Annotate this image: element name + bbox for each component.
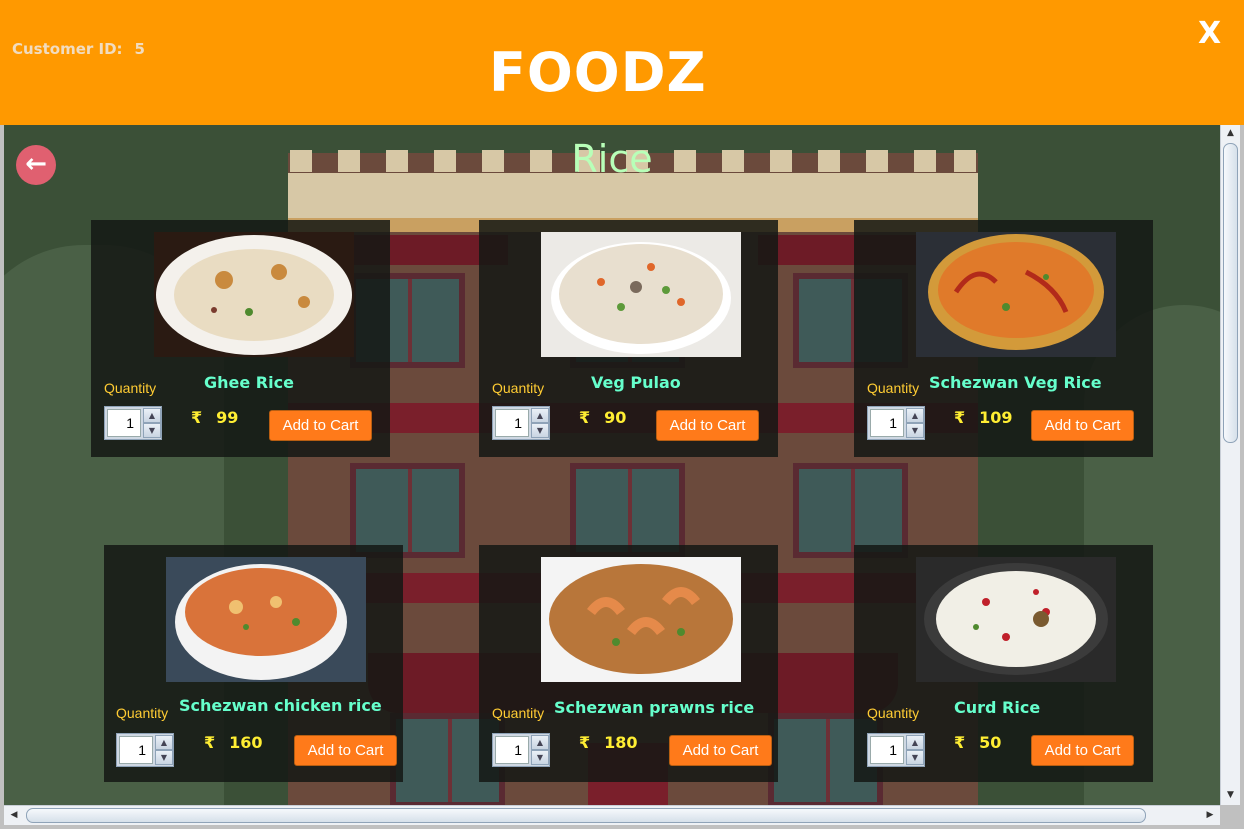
increment-icon[interactable]: ▲: [906, 735, 924, 750]
scroll-up-icon[interactable]: ▲: [1221, 125, 1240, 141]
dish-price: ₹99: [191, 408, 238, 427]
quantity-label: Quantity: [492, 705, 545, 721]
quantity-input[interactable]: 1: [495, 409, 529, 437]
increment-icon[interactable]: ▲: [143, 408, 161, 423]
increment-icon[interactable]: ▲: [531, 735, 549, 750]
dish-price: ₹180: [579, 733, 638, 752]
app-title: FOODZ: [489, 41, 707, 104]
decrement-icon[interactable]: ▼: [531, 750, 549, 765]
rupee-icon: ₹: [579, 733, 591, 752]
price-value: 109: [979, 408, 1013, 427]
quantity-input[interactable]: 1: [870, 409, 904, 437]
dish-name: Schezwan Veg Rice: [929, 373, 1102, 392]
price-value: 50: [979, 733, 1002, 752]
quantity-input[interactable]: 1: [119, 736, 153, 764]
customer-id-label: Customer ID:: [12, 40, 123, 58]
horizontal-scrollbar[interactable]: ◀ ▶: [4, 805, 1220, 825]
menu-card-ghee-rice: Quantity Ghee Rice 1 ▲ ▼ ₹99 Add to Cart: [91, 220, 390, 457]
app-header: Customer ID: 5 FOODZ X: [0, 0, 1244, 125]
increment-icon[interactable]: ▲: [531, 408, 549, 423]
schezwan-chicken-rice-image: [166, 557, 366, 682]
page-title: Rice: [571, 137, 653, 181]
increment-icon[interactable]: ▲: [155, 735, 173, 750]
dish-name: Ghee Rice: [204, 373, 294, 392]
price-value: 99: [216, 408, 239, 427]
dish-name: Schezwan prawns rice: [554, 698, 755, 717]
quantity-spinner[interactable]: 1 ▲ ▼: [492, 406, 550, 440]
schezwan-veg-rice-image: [916, 232, 1116, 357]
horizontal-scroll-thumb[interactable]: [26, 808, 1146, 823]
close-button[interactable]: X: [1198, 16, 1221, 51]
dish-name: Curd Rice: [954, 698, 1041, 717]
decrement-icon[interactable]: ▼: [906, 750, 924, 765]
rupee-icon: ₹: [204, 733, 216, 752]
quantity-label: Quantity: [867, 705, 920, 721]
menu-viewport: Rice ← Quantity Ghee Rice 1 ▲ ▼ ₹99 Add …: [4, 125, 1220, 805]
add-to-cart-button[interactable]: Add to Cart: [294, 735, 397, 766]
back-button[interactable]: ←: [16, 145, 56, 185]
quantity-input[interactable]: 1: [107, 409, 141, 437]
dish-name: Schezwan chicken rice: [179, 696, 382, 715]
scroll-left-icon[interactable]: ◀: [6, 806, 22, 825]
menu-card-schezwan-veg-rice: Quantity Schezwan Veg Rice 1 ▲ ▼ ₹109 Ad…: [854, 220, 1153, 457]
quantity-spinner[interactable]: 1 ▲ ▼: [104, 406, 162, 440]
arrow-left-icon: ←: [25, 149, 47, 179]
menu-card-curd-rice: Quantity Curd Rice 1 ▲ ▼ ₹50 Add to Cart: [854, 545, 1153, 782]
scroll-down-icon[interactable]: ▼: [1221, 787, 1240, 803]
dish-name: Veg Pulao: [591, 373, 681, 392]
quantity-spinner[interactable]: 1 ▲ ▼: [867, 733, 925, 767]
ghee-rice-image: [154, 232, 354, 357]
quantity-input[interactable]: 1: [870, 736, 904, 764]
vertical-scrollbar[interactable]: ▲ ▼: [1220, 125, 1240, 805]
add-to-cart-button[interactable]: Add to Cart: [1031, 735, 1134, 766]
quantity-spinner[interactable]: 1 ▲ ▼: [116, 733, 174, 767]
rupee-icon: ₹: [954, 733, 966, 752]
increment-icon[interactable]: ▲: [906, 408, 924, 423]
decrement-icon[interactable]: ▼: [906, 423, 924, 438]
dish-price: ₹160: [204, 733, 263, 752]
quantity-label: Quantity: [104, 380, 157, 396]
veg-pulao-image: [541, 232, 741, 357]
add-to-cart-button[interactable]: Add to Cart: [269, 410, 372, 441]
add-to-cart-button[interactable]: Add to Cart: [656, 410, 759, 441]
add-to-cart-button[interactable]: Add to Cart: [669, 735, 772, 766]
decrement-icon[interactable]: ▼: [155, 750, 173, 765]
price-value: 90: [604, 408, 627, 427]
quantity-spinner[interactable]: 1 ▲ ▼: [867, 406, 925, 440]
customer-id: Customer ID: 5: [12, 40, 145, 58]
quantity-input[interactable]: 1: [495, 736, 529, 764]
curd-rice-image: [916, 557, 1116, 682]
quantity-spinner[interactable]: 1 ▲ ▼: [492, 733, 550, 767]
menu-card-schezwan-prawns-rice: Quantity Schezwan prawns rice 1 ▲ ▼ ₹180…: [479, 545, 778, 782]
decrement-icon[interactable]: ▼: [143, 423, 161, 438]
dish-price: ₹109: [954, 408, 1013, 427]
dish-price: ₹50: [954, 733, 1001, 752]
menu-card-veg-pulao: Quantity Veg Pulao 1 ▲ ▼ ₹90 Add to Cart: [479, 220, 778, 457]
add-to-cart-button[interactable]: Add to Cart: [1031, 410, 1134, 441]
quantity-label: Quantity: [492, 380, 545, 396]
rupee-icon: ₹: [954, 408, 966, 427]
quantity-label: Quantity: [867, 380, 920, 396]
decrement-icon[interactable]: ▼: [531, 423, 549, 438]
price-value: 180: [604, 733, 638, 752]
vertical-scroll-thumb[interactable]: [1223, 143, 1238, 443]
rupee-icon: ₹: [579, 408, 591, 427]
menu-card-schezwan-chicken-rice: Quantity Schezwan chicken rice 1 ▲ ▼ ₹16…: [104, 545, 403, 782]
price-value: 160: [229, 733, 263, 752]
schezwan-prawns-rice-image: [541, 557, 741, 682]
rupee-icon: ₹: [191, 408, 203, 427]
quantity-label: Quantity: [116, 705, 169, 721]
scroll-right-icon[interactable]: ▶: [1202, 806, 1218, 825]
customer-id-value: 5: [134, 40, 145, 58]
dish-price: ₹90: [579, 408, 626, 427]
